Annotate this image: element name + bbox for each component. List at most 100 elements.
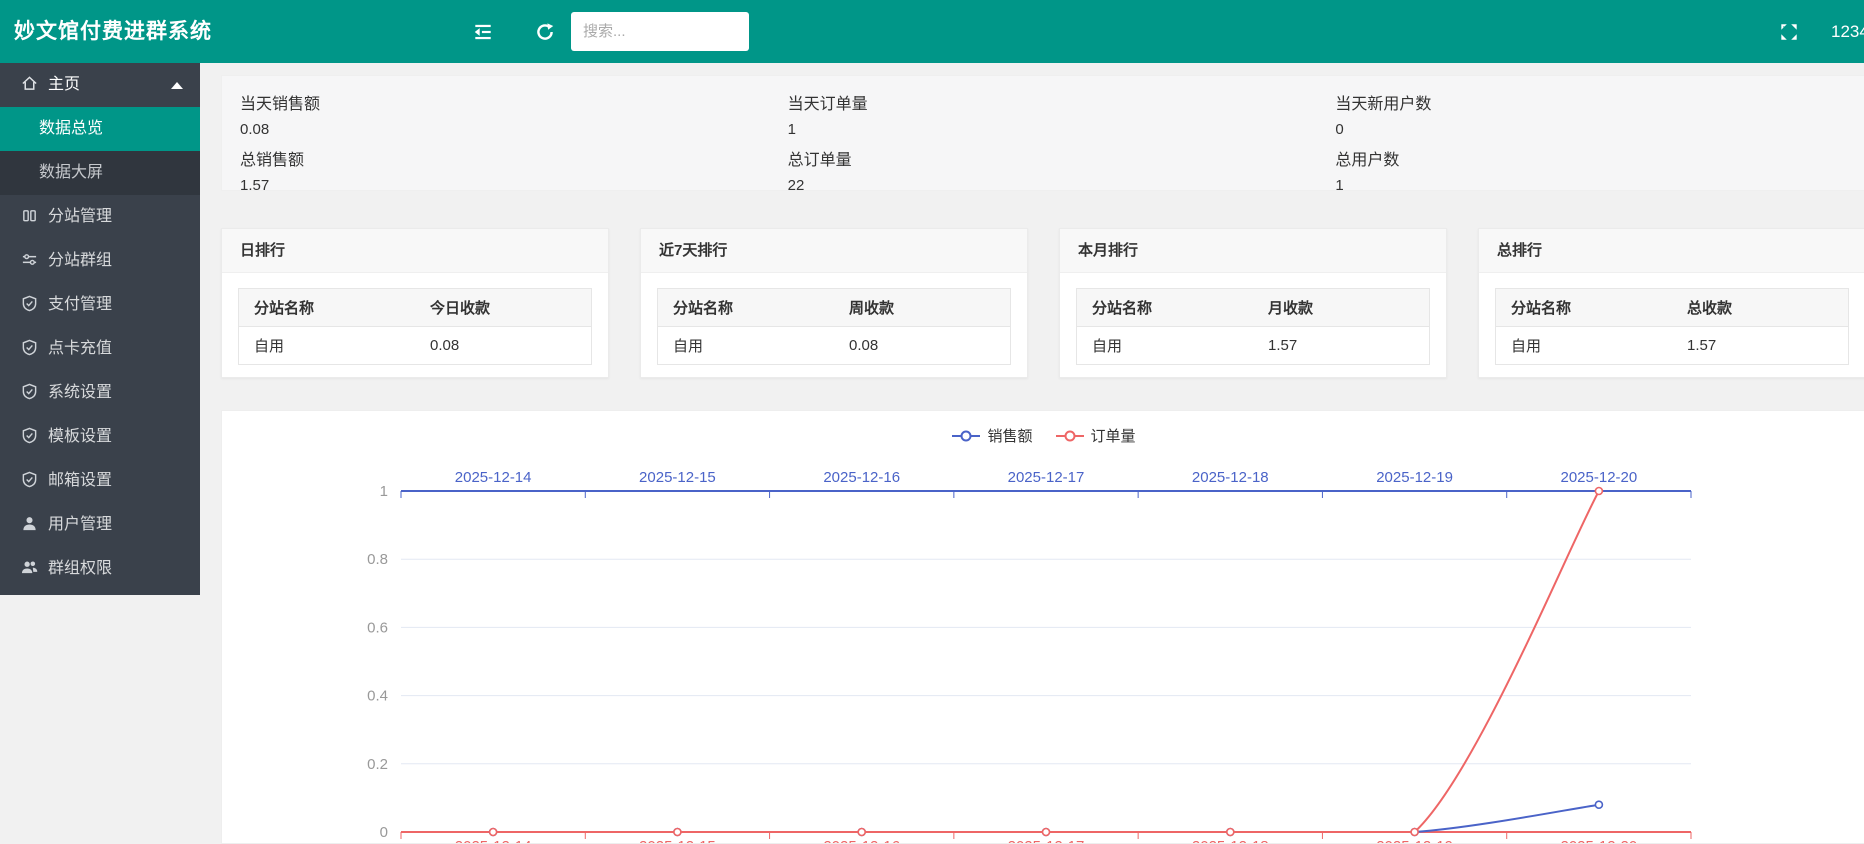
ranking-table: 分站名称今日收款 自用0.08 bbox=[238, 288, 592, 365]
card-title: 近7天排行 bbox=[641, 229, 1027, 273]
sidebar-item-data-overview[interactable]: 数据总览 bbox=[0, 107, 200, 151]
refresh-icon[interactable] bbox=[534, 21, 556, 43]
sidebar-item-mailbox-settings[interactable]: 邮箱设置 bbox=[0, 459, 200, 503]
data-point-订单量 bbox=[1411, 829, 1418, 836]
column-header: 分站名称 bbox=[1077, 289, 1254, 327]
sidebar-item-substation-manage[interactable]: 分站管理 bbox=[0, 195, 200, 239]
ranking-table: 分站名称周收款 自用0.08 bbox=[657, 288, 1011, 365]
sidebar-item-template-settings[interactable]: 模板设置 bbox=[0, 415, 200, 459]
table-row: 自用0.08 bbox=[239, 327, 592, 365]
sidebar-item-label: 分站群组 bbox=[48, 252, 112, 269]
x-axis-label-top: 2025-12-18 bbox=[1192, 469, 1269, 486]
ranking-cards-row: 日排行 分站名称今日收款 自用0.08 近7天排行 分站名称周收款 自用0.08… bbox=[221, 228, 1864, 378]
stat-value: 0.08 bbox=[240, 121, 770, 138]
column-header: 月收款 bbox=[1253, 289, 1430, 327]
x-axis-label-bottom: 2025-12-20 bbox=[1560, 838, 1637, 844]
app-title: 妙文馆付费进群系统 bbox=[14, 0, 212, 63]
y-axis-label: 1 bbox=[380, 483, 388, 500]
username-menu[interactable]: 12345 bbox=[1831, 0, 1864, 63]
sales-orders-chart-card: 销售额 订单量 00.20.40.60.812025-12-142025-12-… bbox=[221, 410, 1864, 844]
amount-value: 0.08 bbox=[834, 327, 1011, 365]
y-axis-label: 0.2 bbox=[367, 756, 388, 773]
sidebar-item-label: 模板设置 bbox=[48, 428, 112, 445]
sidebar-item-label: 主页 bbox=[48, 76, 80, 93]
stat-label: 总用户数 bbox=[1335, 146, 1864, 170]
x-axis-label-top: 2025-12-15 bbox=[639, 469, 716, 486]
search-input[interactable] bbox=[571, 12, 749, 51]
substation-name: 自用 bbox=[1496, 327, 1673, 365]
substation-name: 自用 bbox=[1077, 327, 1254, 365]
data-point-订单量 bbox=[674, 829, 681, 836]
legend-label: 销售额 bbox=[987, 425, 1032, 446]
stat-today-new-users: 当天新用户数 0 bbox=[1317, 82, 1864, 138]
y-axis-label: 0.4 bbox=[367, 688, 388, 705]
amount-value: 1.57 bbox=[1672, 327, 1849, 365]
column-header: 总收款 bbox=[1672, 289, 1849, 327]
shield-check-icon bbox=[21, 471, 38, 488]
fullscreen-icon[interactable] bbox=[1778, 21, 1800, 43]
sidebar-item-card-recharge[interactable]: 点卡充值 bbox=[0, 327, 200, 371]
sidebar-item-substation-groups[interactable]: 分站群组 bbox=[0, 239, 200, 283]
sidebar-item-group-permissions[interactable]: 群组权限 bbox=[0, 547, 200, 591]
user-icon bbox=[21, 515, 38, 532]
stat-total-orders: 总订单量 22 bbox=[770, 138, 1318, 194]
y-axis-label: 0.6 bbox=[367, 619, 388, 636]
x-axis-label-bottom: 2025-12-19 bbox=[1376, 838, 1453, 844]
sidebar-item-label: 用户管理 bbox=[48, 516, 112, 533]
amount-value: 0.08 bbox=[415, 327, 592, 365]
chart-legend: 销售额 订单量 bbox=[222, 425, 1864, 446]
stat-label: 当天订单量 bbox=[788, 90, 1318, 114]
sidebar-item-user-manage[interactable]: 用户管理 bbox=[0, 503, 200, 547]
home-icon bbox=[21, 75, 38, 92]
sidebar-item-label: 数据大屏 bbox=[39, 164, 103, 181]
sidebar-item-label: 点卡充值 bbox=[48, 340, 112, 357]
ranking-card-7days: 近7天排行 分站名称周收款 自用0.08 bbox=[640, 228, 1028, 378]
ranking-card-total: 总排行 分站名称总收款 自用1.57 bbox=[1478, 228, 1864, 378]
x-axis-label-top: 2025-12-14 bbox=[455, 469, 532, 486]
ranking-card-daily: 日排行 分站名称今日收款 自用0.08 bbox=[221, 228, 609, 378]
collapse-menu-icon[interactable] bbox=[472, 21, 494, 43]
legend-marker-orders bbox=[1055, 429, 1085, 443]
x-axis-label-bottom: 2025-12-15 bbox=[639, 838, 716, 844]
shield-check-icon bbox=[21, 427, 38, 444]
column-header: 分站名称 bbox=[658, 289, 835, 327]
stats-summary-panel: 当天销售额 0.08 当天订单量 1 当天新用户数 0 总销售额 1.57 总订… bbox=[221, 75, 1864, 191]
sidebar-nav: 主页 数据总览 数据大屏 分站管理 分站群组 支付管理 点卡充值 bbox=[0, 63, 200, 595]
x-axis-label-top: 2025-12-17 bbox=[1008, 469, 1085, 486]
legend-item-sales[interactable]: 销售额 bbox=[951, 425, 1032, 446]
x-axis-label-bottom: 2025-12-17 bbox=[1008, 838, 1085, 844]
table-row: 自用0.08 bbox=[658, 327, 1011, 365]
ranking-table: 分站名称总收款 自用1.57 bbox=[1495, 288, 1849, 365]
shield-check-icon bbox=[21, 295, 38, 312]
sidebar-item-payment-manage[interactable]: 支付管理 bbox=[0, 283, 200, 327]
series-line-订单量 bbox=[493, 491, 1599, 832]
sidebar-item-label: 支付管理 bbox=[48, 296, 112, 313]
data-point-订单量 bbox=[1227, 829, 1234, 836]
shield-check-icon bbox=[21, 339, 38, 356]
users-icon bbox=[21, 559, 38, 576]
sidebar-item-system-settings[interactable]: 系统设置 bbox=[0, 371, 200, 415]
sliders-icon bbox=[21, 251, 38, 268]
card-title: 日排行 bbox=[222, 229, 608, 273]
stat-label: 当天销售额 bbox=[240, 90, 770, 114]
stat-label: 总订单量 bbox=[788, 146, 1318, 170]
stat-total-users: 总用户数 1 bbox=[1317, 138, 1864, 194]
x-axis-label-bottom: 2025-12-14 bbox=[455, 838, 532, 844]
column-header: 分站名称 bbox=[239, 289, 416, 327]
stat-value: 1 bbox=[1335, 177, 1864, 194]
x-axis-label-top: 2025-12-16 bbox=[823, 469, 900, 486]
sidebar-item-data-screen[interactable]: 数据大屏 bbox=[0, 151, 200, 195]
stat-today-sales: 当天销售额 0.08 bbox=[222, 82, 770, 138]
column-header: 分站名称 bbox=[1496, 289, 1673, 327]
sidebar-item-label: 群组权限 bbox=[48, 560, 112, 577]
column-header: 今日收款 bbox=[415, 289, 592, 327]
top-header: 妙文馆付费进群系统 12345 bbox=[0, 0, 1864, 63]
amount-value: 1.57 bbox=[1253, 327, 1430, 365]
sidebar-item-home[interactable]: 主页 bbox=[0, 63, 200, 107]
legend-item-orders[interactable]: 订单量 bbox=[1055, 425, 1136, 446]
data-point-订单量 bbox=[1595, 488, 1602, 495]
legend-marker-sales bbox=[951, 429, 981, 443]
legend-label: 订单量 bbox=[1091, 425, 1136, 446]
chevron-up-icon bbox=[171, 82, 183, 89]
stat-value: 0 bbox=[1335, 121, 1864, 138]
